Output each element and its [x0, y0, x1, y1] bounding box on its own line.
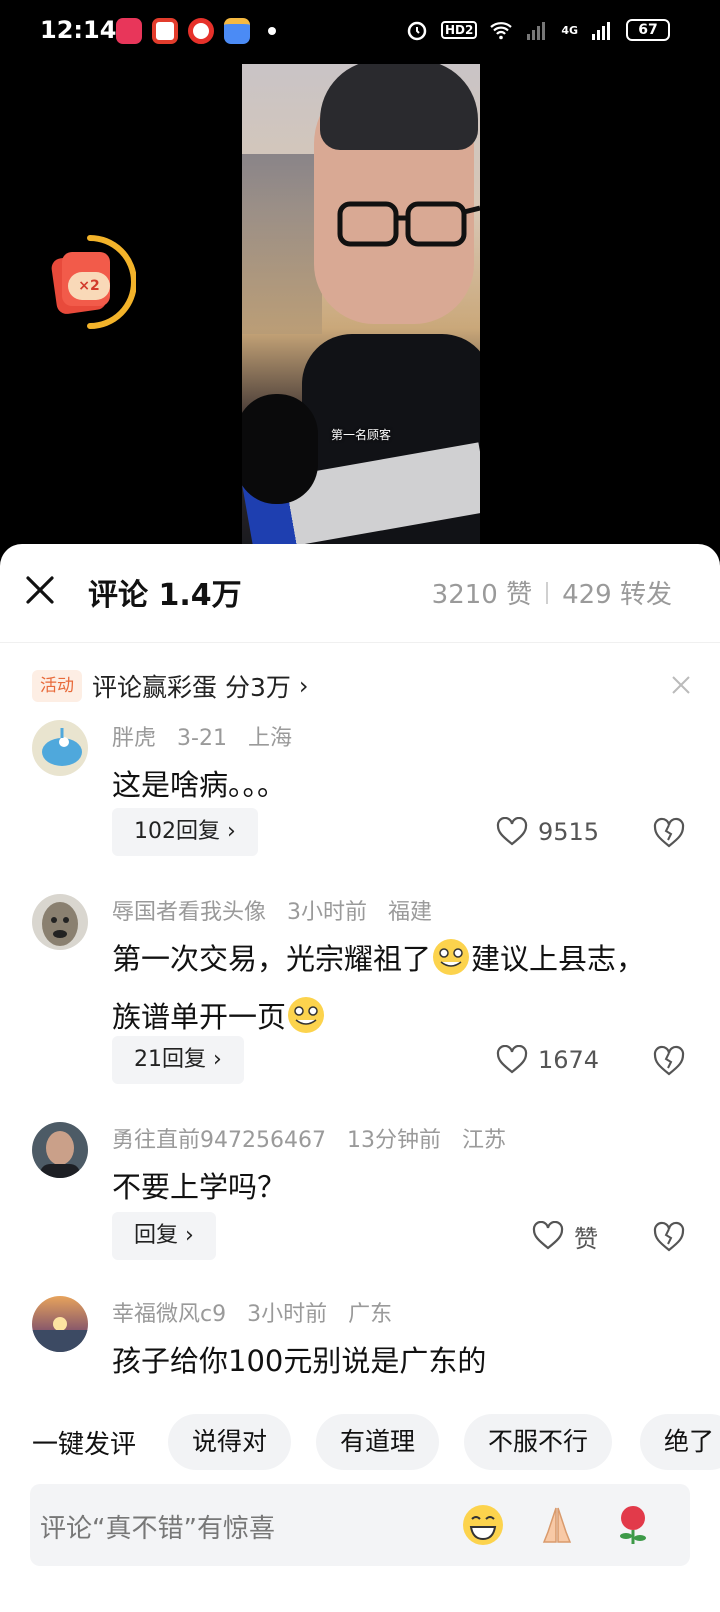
comment-username[interactable]: 勇往直前947256467	[112, 1128, 326, 1153]
red-packet-multiplier: ×2	[68, 272, 110, 300]
comment-username[interactable]: 胖虎	[112, 726, 156, 751]
network-label: 4G	[561, 23, 578, 37]
comment-item: 胖虎 3-21 上海 这是啥病。。。 102回复 › 9515	[0, 720, 720, 870]
like-button[interactable]: 赞	[532, 1212, 598, 1260]
comment-location: 广东	[348, 1302, 393, 1327]
video-app-icon	[116, 18, 142, 44]
comment-time: 3-21	[177, 726, 227, 751]
comment-username[interactable]: 幸福微风c9	[112, 1302, 226, 1327]
broken-heart-icon[interactable]	[652, 1220, 686, 1254]
red-packet-widget[interactable]: ×2	[50, 232, 136, 332]
comment-time: 3小时前	[247, 1302, 328, 1327]
comment-item: 勇往直前947256467 13分钟前 江苏 不要上学吗？ 回复 › 赞	[0, 1122, 720, 1272]
comment-location: 上海	[247, 726, 292, 751]
video-stats: 3210 赞 429 转发	[432, 574, 672, 611]
like-count: 1674	[538, 1046, 600, 1074]
activity-text: 评论赢彩蛋 分3万	[92, 673, 291, 702]
broken-heart-icon[interactable]	[652, 816, 686, 850]
comment-meta: 勇往直前947256467 13分钟前 江苏	[112, 1122, 520, 1154]
stats-divider	[546, 581, 549, 604]
heart-icon	[496, 817, 528, 846]
heart-icon	[532, 1221, 564, 1250]
quick-reply-chip[interactable]: 绝了	[640, 1414, 720, 1470]
activity-close-icon[interactable]	[670, 674, 692, 696]
close-icon[interactable]	[22, 572, 58, 608]
comment-username[interactable]: 辱国者看我头像	[112, 900, 266, 925]
video-glasses	[337, 201, 480, 247]
avatar[interactable]	[32, 1296, 88, 1352]
like-button[interactable]: 1674	[496, 1036, 599, 1084]
like-button[interactable]: 9515	[496, 808, 599, 856]
more-notifications-dot	[268, 27, 276, 35]
grinning-emoji-icon[interactable]	[460, 1502, 506, 1548]
comment-text: 第一次交易，光宗耀祖了 建议上县志，族谱单开一页	[112, 930, 672, 1046]
comment-count-title: 评论 1.4万	[88, 578, 242, 613]
comment-text: 不要上学吗？	[112, 1170, 287, 1204]
signal-weak-icon	[527, 22, 546, 40]
comment-time: 3小时前	[287, 900, 368, 925]
like-total: 3210 赞	[431, 580, 533, 610]
comment-meta: 辱国者看我头像 3小时前 福建	[112, 894, 446, 926]
avatar[interactable]	[32, 894, 88, 950]
video-microphone	[242, 394, 318, 504]
battery-icon: 67	[626, 19, 670, 41]
like-count: 9515	[538, 818, 600, 846]
weibo-app-icon	[188, 18, 214, 44]
comment-meta: 胖虎 3-21 上海	[112, 720, 306, 752]
status-bar: 12:14 HD2 4G 67	[0, 0, 720, 64]
status-time: 12:14	[40, 16, 117, 44]
video-caption: 第一名顾客	[330, 428, 391, 442]
share-total: 429 转发	[562, 580, 672, 610]
comment-location: 福建	[388, 900, 433, 925]
quick-reply-chip[interactable]: 不服不行	[464, 1414, 613, 1470]
chevron-right-icon: ›	[298, 672, 309, 700]
battery-level: 67	[638, 22, 658, 38]
comment-item: 辱国者看我头像 3小时前 福建 第一次交易，光宗耀祖了 建议上县志，族谱单开一页 …	[0, 894, 720, 1104]
broken-heart-icon[interactable]	[652, 1044, 686, 1078]
quick-reply-chip[interactable]: 说得对	[168, 1414, 292, 1470]
reply-button[interactable]: 102回复 ›	[112, 808, 258, 856]
activity-banner[interactable]: 活动 评论赢彩蛋 分3万 ›	[32, 664, 692, 708]
comment-location: 江苏	[461, 1128, 506, 1153]
notification-icons	[116, 18, 276, 44]
comment-text: 这是啥病。。。	[112, 768, 287, 802]
alarm-icon	[407, 21, 427, 41]
comment-meta: 幸福微风c9 3小时前 广东	[112, 1296, 406, 1328]
comment-item: 幸福微风c9 3小时前 广东 孩子给你100元别说是广东的	[0, 1296, 720, 1396]
reply-button[interactable]: 21回复 ›	[112, 1036, 244, 1084]
video-player[interactable]: 第一名顾客	[242, 64, 480, 544]
comment-text: 孩子给你100元别说是广东的	[112, 1344, 487, 1378]
avatar-image	[32, 1317, 88, 1352]
comment-input-placeholder: 评论“真不错”有惊喜	[40, 1514, 275, 1544]
comment-text-part: 第一次交易，光宗耀祖了	[112, 942, 432, 976]
heart-icon	[496, 1045, 528, 1074]
avatar-image	[42, 728, 82, 766]
signal-icon	[592, 22, 610, 40]
comment-input[interactable]: 评论“真不错”有惊喜	[30, 1484, 690, 1566]
header-divider	[0, 642, 720, 643]
hd-icon: HD2	[440, 21, 478, 39]
grin-emoji-icon	[433, 939, 470, 975]
praying-hands-emoji-icon[interactable]	[534, 1502, 580, 1548]
comment-header: 评论 1.4万 3210 赞 429 转发	[0, 544, 720, 644]
avatar-image	[40, 1131, 80, 1178]
comment-time: 13分钟前	[346, 1128, 441, 1153]
rose-emoji-icon[interactable]	[610, 1502, 656, 1548]
reply-button[interactable]: 回复 ›	[112, 1212, 216, 1260]
video-person-hair	[320, 64, 478, 150]
like-count: 赞	[574, 1224, 598, 1253]
grin-emoji-icon	[288, 997, 325, 1033]
quick-reply-label: 一键发评	[32, 1430, 137, 1460]
system-icons: HD2 4G 67	[405, 18, 670, 42]
quick-reply-bar: 一键发评 说得对 有道理 不服不行 绝了	[0, 1410, 720, 1474]
avatar-image	[42, 902, 78, 946]
activity-badge: 活动	[32, 670, 82, 702]
wifi-icon	[490, 22, 513, 40]
toutiao-app-icon	[152, 18, 178, 44]
quick-reply-chip[interactable]: 有道理	[316, 1414, 440, 1470]
avatar[interactable]	[32, 720, 88, 776]
wallet-app-icon	[224, 18, 250, 44]
avatar[interactable]	[32, 1122, 88, 1178]
